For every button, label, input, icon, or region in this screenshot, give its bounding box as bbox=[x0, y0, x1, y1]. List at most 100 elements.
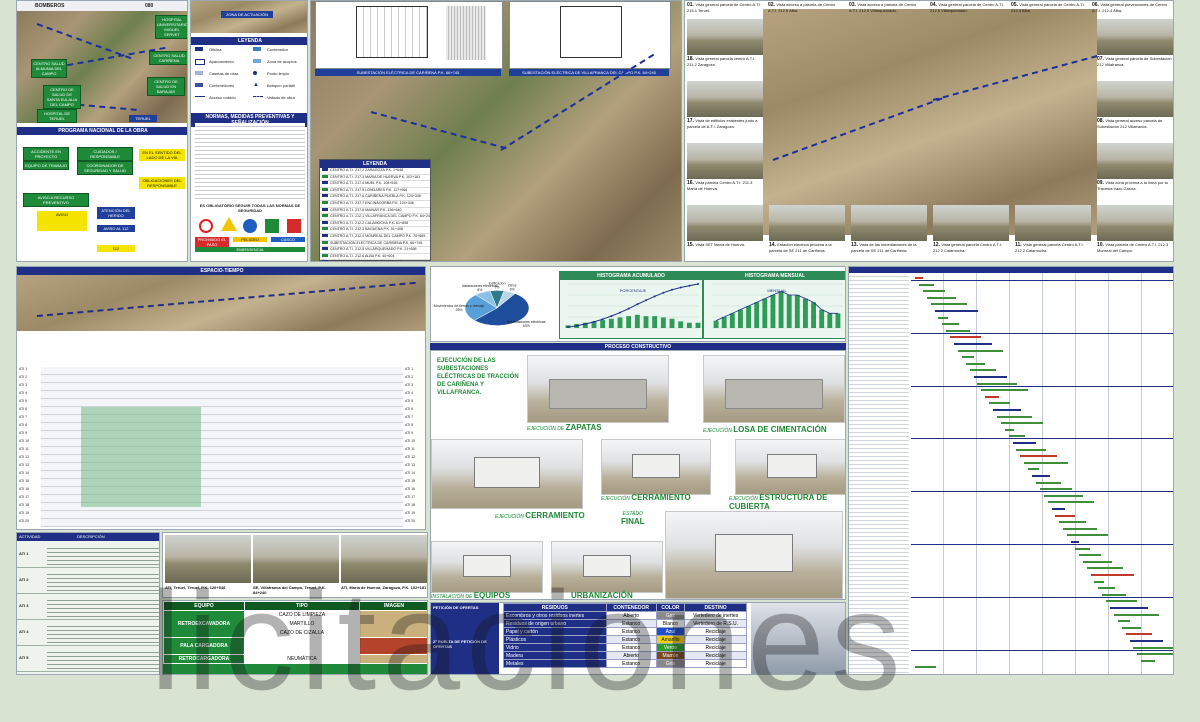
bar bbox=[770, 295, 776, 328]
gantt-bar bbox=[985, 395, 1000, 398]
line-point bbox=[567, 326, 569, 329]
flow-attention: ATENCIÓN DEL HERIDO bbox=[97, 207, 135, 219]
flow-call: AVISO AL 112 bbox=[97, 225, 135, 232]
bar bbox=[762, 298, 768, 328]
station-swatch bbox=[322, 240, 328, 244]
photo-text: Vista SET María de Huerva. bbox=[695, 242, 745, 247]
legend-item: Oficina bbox=[209, 47, 222, 52]
activity-row: ATI 4 bbox=[17, 621, 159, 646]
legend-item: Casetas de obra bbox=[209, 71, 239, 76]
gantt-bar bbox=[1004, 428, 1014, 431]
site-photo bbox=[933, 205, 1009, 241]
station-row: CENTRO A.T.I. 217.4 MUEL P.K. 108+516 bbox=[320, 181, 430, 188]
gantt-bar bbox=[1110, 607, 1148, 609]
bar bbox=[835, 313, 841, 328]
photo-map bbox=[763, 9, 1098, 235]
bar bbox=[819, 309, 825, 328]
space-time-labels-right: ATI 1 ATI 2 ATI 3 ATI 4 ATI 5 ATI 6 ATI 7 ATI 8… bbox=[405, 367, 425, 527]
render-cerramiento-2 bbox=[601, 439, 711, 495]
gantt-bar bbox=[1032, 475, 1050, 477]
line-chart-bar bbox=[600, 320, 606, 328]
stage-cerramiento-b: EJECUCIÓN CERRAMIENTO bbox=[495, 511, 585, 520]
gantt-bar bbox=[938, 316, 949, 319]
station-label: CENTRO A.T.I. 217.2 ZARAGOZA P.K. 1+648 bbox=[330, 168, 404, 172]
pie-value: 8% bbox=[477, 288, 482, 292]
space-time-row-label: ATI 6 bbox=[19, 407, 28, 411]
photo-caption: 09. Vista zona próxima a la línea por la… bbox=[1097, 180, 1173, 191]
legend-panel: ZONA DE ACTUACIÓN LEYENDA Oficina Conten… bbox=[190, 0, 308, 262]
space-time-row-label: ATI 15 bbox=[405, 479, 416, 483]
gantt-bar bbox=[1051, 508, 1065, 510]
activity-row: ATI 5 bbox=[17, 647, 159, 672]
space-time-row-label: ATI 7 bbox=[405, 415, 414, 419]
photo-text: Vista acceso a parcela de Centro A.T.I. … bbox=[849, 2, 917, 13]
space-time-row-label: ATI 19 bbox=[19, 511, 30, 515]
gantt-bar bbox=[1071, 541, 1079, 543]
gantt-bar bbox=[989, 402, 1011, 405]
gantt-summary bbox=[911, 385, 1173, 387]
line-chart-bar bbox=[643, 316, 649, 328]
zone-label: ZONA DE ACTUACIÓN bbox=[221, 11, 273, 18]
station-swatch bbox=[322, 227, 328, 231]
activity-label: ATI 2 bbox=[19, 577, 29, 582]
photo-caption: 16. Vista parcela Centro A.T.I. 211.3 Ma… bbox=[687, 180, 763, 191]
gantt-bar bbox=[1129, 640, 1163, 642]
sign-label: EMERGENCIA bbox=[195, 247, 305, 252]
plan-caption-2: SUBESTACIÓN ELÉCTRICA DE VILLAFRANCA DEL… bbox=[509, 69, 669, 76]
activity-description bbox=[47, 597, 159, 617]
space-time-row-label: ATI 18 bbox=[405, 503, 416, 507]
line-point bbox=[679, 286, 682, 289]
activity-label: ATI 1 bbox=[19, 551, 29, 556]
gantt-bar bbox=[969, 369, 996, 372]
photo-caption: 15. Vista SET María de Huerva. bbox=[687, 242, 763, 248]
gantt-bar bbox=[918, 283, 934, 286]
gantt-bar bbox=[1117, 620, 1130, 623]
station-swatch bbox=[322, 168, 328, 171]
photo-text: Vista general parcela de Centro A.T.I. 2… bbox=[930, 2, 1005, 13]
line-chart-bar bbox=[652, 316, 658, 328]
bar bbox=[794, 295, 800, 328]
storage-icon bbox=[253, 59, 261, 63]
line-point bbox=[610, 315, 613, 318]
stage-losa: EJECUCIÓN LOSA DE CIMENTACIÓN bbox=[703, 425, 827, 434]
line-chart: PORCENTAJE bbox=[565, 283, 701, 329]
bar bbox=[778, 291, 784, 328]
legend-item: Botiquín portátil bbox=[267, 83, 295, 88]
gantt-bar bbox=[1121, 626, 1141, 629]
gantt-bar bbox=[1086, 567, 1123, 570]
photo-panel: 01. Vista general parcela de Centro A.T.… bbox=[684, 0, 1174, 262]
sign-emergency bbox=[265, 219, 279, 233]
gantt-bar bbox=[981, 389, 1029, 392]
space-time-row-label: ATI 4 bbox=[405, 391, 414, 395]
space-time-header: ESPACIO-TIEMPO bbox=[17, 267, 425, 275]
station-label: CENTRO A.T.I. 217.5 LONGARES P.K. 117+06… bbox=[330, 187, 408, 192]
map-box-santa-eulalia: CENTRO DE SALUD DE SANTA EULALIA DEL CAM… bbox=[43, 85, 81, 109]
gantt-bar bbox=[1078, 554, 1101, 557]
space-time-row-label: ATI 2 bbox=[19, 375, 28, 379]
photo-caption: 13. Vista de las inmediaciones de la par… bbox=[851, 242, 927, 253]
activity-label: ATI 5 bbox=[19, 655, 29, 660]
station-swatch bbox=[322, 214, 328, 218]
bar bbox=[827, 313, 833, 328]
space-time-row-label: ATI 8 bbox=[405, 423, 414, 427]
space-time-row-label: ATI 12 bbox=[19, 455, 30, 459]
site-photo bbox=[1097, 205, 1173, 241]
line-chart-bar bbox=[626, 316, 632, 328]
station-list-header: LEYENDA bbox=[320, 160, 430, 168]
photo-text: Vista general parcela centro A.T.I. 211.… bbox=[687, 56, 756, 67]
pie-value: 26% bbox=[456, 308, 463, 312]
activities-panel: ACTIVIDAD DESCRIPCIÓN ATI 1 ATI 2 ATI 3 ATI… bbox=[16, 532, 160, 675]
photo-text: Vista de las inmediaciones de la parcela… bbox=[851, 242, 917, 253]
gantt-bar bbox=[1082, 560, 1112, 563]
pie-chart: Subestaciones eléctricas53%Movimientos d… bbox=[434, 281, 546, 328]
office-icon bbox=[195, 47, 203, 51]
emergency-row-label: BOMBEROS bbox=[35, 3, 65, 9]
sign-prohibited bbox=[199, 219, 213, 233]
space-time-row-label: ATI 1 bbox=[19, 367, 28, 371]
station-row: CENTRO A.T.I. 212.4 MONREAL DEL CAMPO P.… bbox=[320, 233, 430, 241]
gantt-bar bbox=[1008, 435, 1025, 438]
first-aid-icon: ▲ bbox=[253, 82, 259, 88]
sign-helmet bbox=[243, 219, 257, 233]
site-photo bbox=[1015, 205, 1091, 241]
line-chart-bar bbox=[617, 317, 623, 328]
